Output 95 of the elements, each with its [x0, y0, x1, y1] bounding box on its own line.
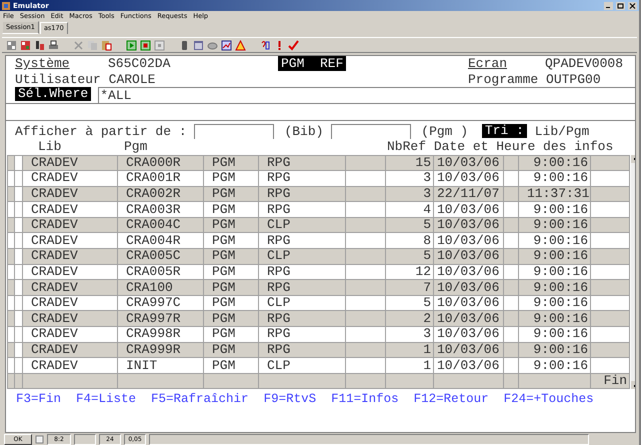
table-cell: 10/03/06: [434, 248, 504, 264]
table-cell: PGM: [204, 248, 258, 264]
table-cell: 10/03/06: [434, 155, 504, 171]
table-cell: 3: [386, 326, 434, 342]
sort-value: Lib/Pgm: [534, 124, 590, 139]
field-label: Utilisateur: [15, 72, 102, 86]
paste-icon[interactable]: [101, 40, 112, 50]
close-icon[interactable]: [628, 2, 637, 10]
table-cell: 10/03/06: [434, 280, 504, 296]
table-cell: 10/03/06: [434, 202, 504, 218]
table-cell: CRA001R: [118, 170, 204, 186]
field-value: OUTPG00: [546, 72, 601, 87]
column-header: Pgm: [124, 139, 148, 154]
maximize-icon[interactable]: [616, 2, 625, 10]
table-cell: INIT: [118, 358, 204, 374]
field-label: Système: [15, 56, 70, 71]
printer-icon[interactable]: [48, 40, 59, 50]
table-cell: RPG: [258, 170, 346, 186]
field-label: Sél.Where: [15, 87, 92, 101]
field-label: Ecran: [468, 56, 508, 71]
function-key[interactable]: F3=Fin: [16, 392, 62, 408]
check-icon[interactable]: [288, 40, 299, 50]
table-cell: PGM: [204, 358, 258, 374]
table-cell: CRA100: [118, 280, 204, 296]
table-cell: CRADEV: [22, 248, 118, 264]
phone-icon[interactable]: [179, 40, 190, 50]
play-icon[interactable]: [126, 40, 137, 50]
table-cell: 10/03/06: [434, 326, 504, 342]
table-cell: 9:00:16: [518, 248, 590, 264]
record-icon[interactable]: [140, 40, 151, 50]
table-cell: CRA003R: [118, 202, 204, 218]
library-field[interactable]: [194, 124, 274, 138]
app-icon: [2, 2, 10, 10]
table-cell: PGM: [204, 202, 258, 218]
function-key[interactable]: F9=RtvS: [264, 392, 316, 408]
table-cell: PGM: [204, 326, 258, 342]
table-cell: CRA998R: [118, 326, 204, 342]
function-key[interactable]: F11=Infos: [331, 392, 399, 408]
table-cell: CRADEV: [22, 202, 118, 218]
program-field[interactable]: [331, 124, 412, 138]
table-cell: 10/03/06: [434, 358, 504, 374]
table-cell: CRADEV: [22, 170, 118, 186]
table-cell: CRADEV: [22, 280, 118, 296]
input-field[interactable]: [6, 102, 635, 120]
minimize-icon[interactable]: [604, 2, 613, 10]
stop-icon[interactable]: [154, 40, 165, 50]
table-cell: 9:00:16: [518, 170, 590, 186]
table-cell: RPG: [258, 280, 346, 296]
table-cell: 3: [386, 170, 434, 186]
calendar-icon[interactable]: [193, 40, 204, 50]
field-hint: (Pgm ): [421, 124, 470, 139]
field-label: Programme: [468, 72, 540, 87]
column-header: Date et Heure des infos: [432, 139, 614, 154]
chart-icon[interactable]: [221, 40, 232, 50]
table-cell: CRA005C: [118, 248, 204, 264]
table-cell: CLP: [258, 358, 346, 374]
table-cell: 9:00:16: [518, 155, 590, 171]
field-value: QPADEV0008: [545, 56, 624, 72]
where-field[interactable]: *ALL: [98, 87, 635, 102]
table-cell: 9:00:16: [518, 358, 590, 374]
function-key[interactable]: F24=+Touches: [504, 392, 594, 408]
grid-icon[interactable]: [6, 40, 17, 50]
field-hint: (Bib): [284, 124, 324, 139]
table-cell: CLP: [258, 248, 346, 264]
column-header: NbRef: [387, 139, 426, 154]
table-cell: 10/03/06: [434, 170, 504, 186]
table-cell: 9:00:16: [518, 326, 590, 342]
field-value: CAROLE: [108, 72, 156, 86]
field-value: S65C02DA: [108, 56, 170, 71]
table-cell: 7: [386, 280, 434, 296]
filter-label: Afficher à partir de :: [15, 124, 188, 139]
table-cell: CRADEV: [22, 155, 118, 171]
table-cell: RPG: [258, 155, 346, 171]
table-cell: 4: [386, 202, 434, 218]
function-key[interactable]: F5=Rafraîchir: [151, 392, 249, 408]
table-cell: CRA000R: [118, 155, 204, 171]
column-header: Lib: [38, 139, 62, 154]
table-cell: Fin: [590, 373, 630, 389]
table-cell: 9:00:16: [518, 202, 590, 218]
warning-icon[interactable]: [235, 40, 246, 50]
table-cell: 5: [386, 248, 434, 264]
table-cell: RPG: [258, 326, 346, 342]
sort-label: Tri :: [482, 124, 527, 138]
grid-icon[interactable]: [20, 40, 31, 50]
table-cell: 1: [386, 358, 434, 374]
table-cell: 9:00:16: [518, 280, 590, 296]
function-key[interactable]: F4=Liste: [76, 392, 136, 408]
screen-title: PGM REF: [278, 56, 346, 71]
table-cell: CRADEV: [22, 326, 118, 342]
question-icon[interactable]: [260, 40, 271, 50]
table-cell: PGM: [204, 280, 258, 296]
table-cell: RPG: [258, 202, 346, 218]
table-cell: PGM: [204, 170, 258, 186]
function-key[interactable]: F12=Retour: [414, 392, 489, 408]
table-cell: CRADEV: [22, 358, 118, 374]
